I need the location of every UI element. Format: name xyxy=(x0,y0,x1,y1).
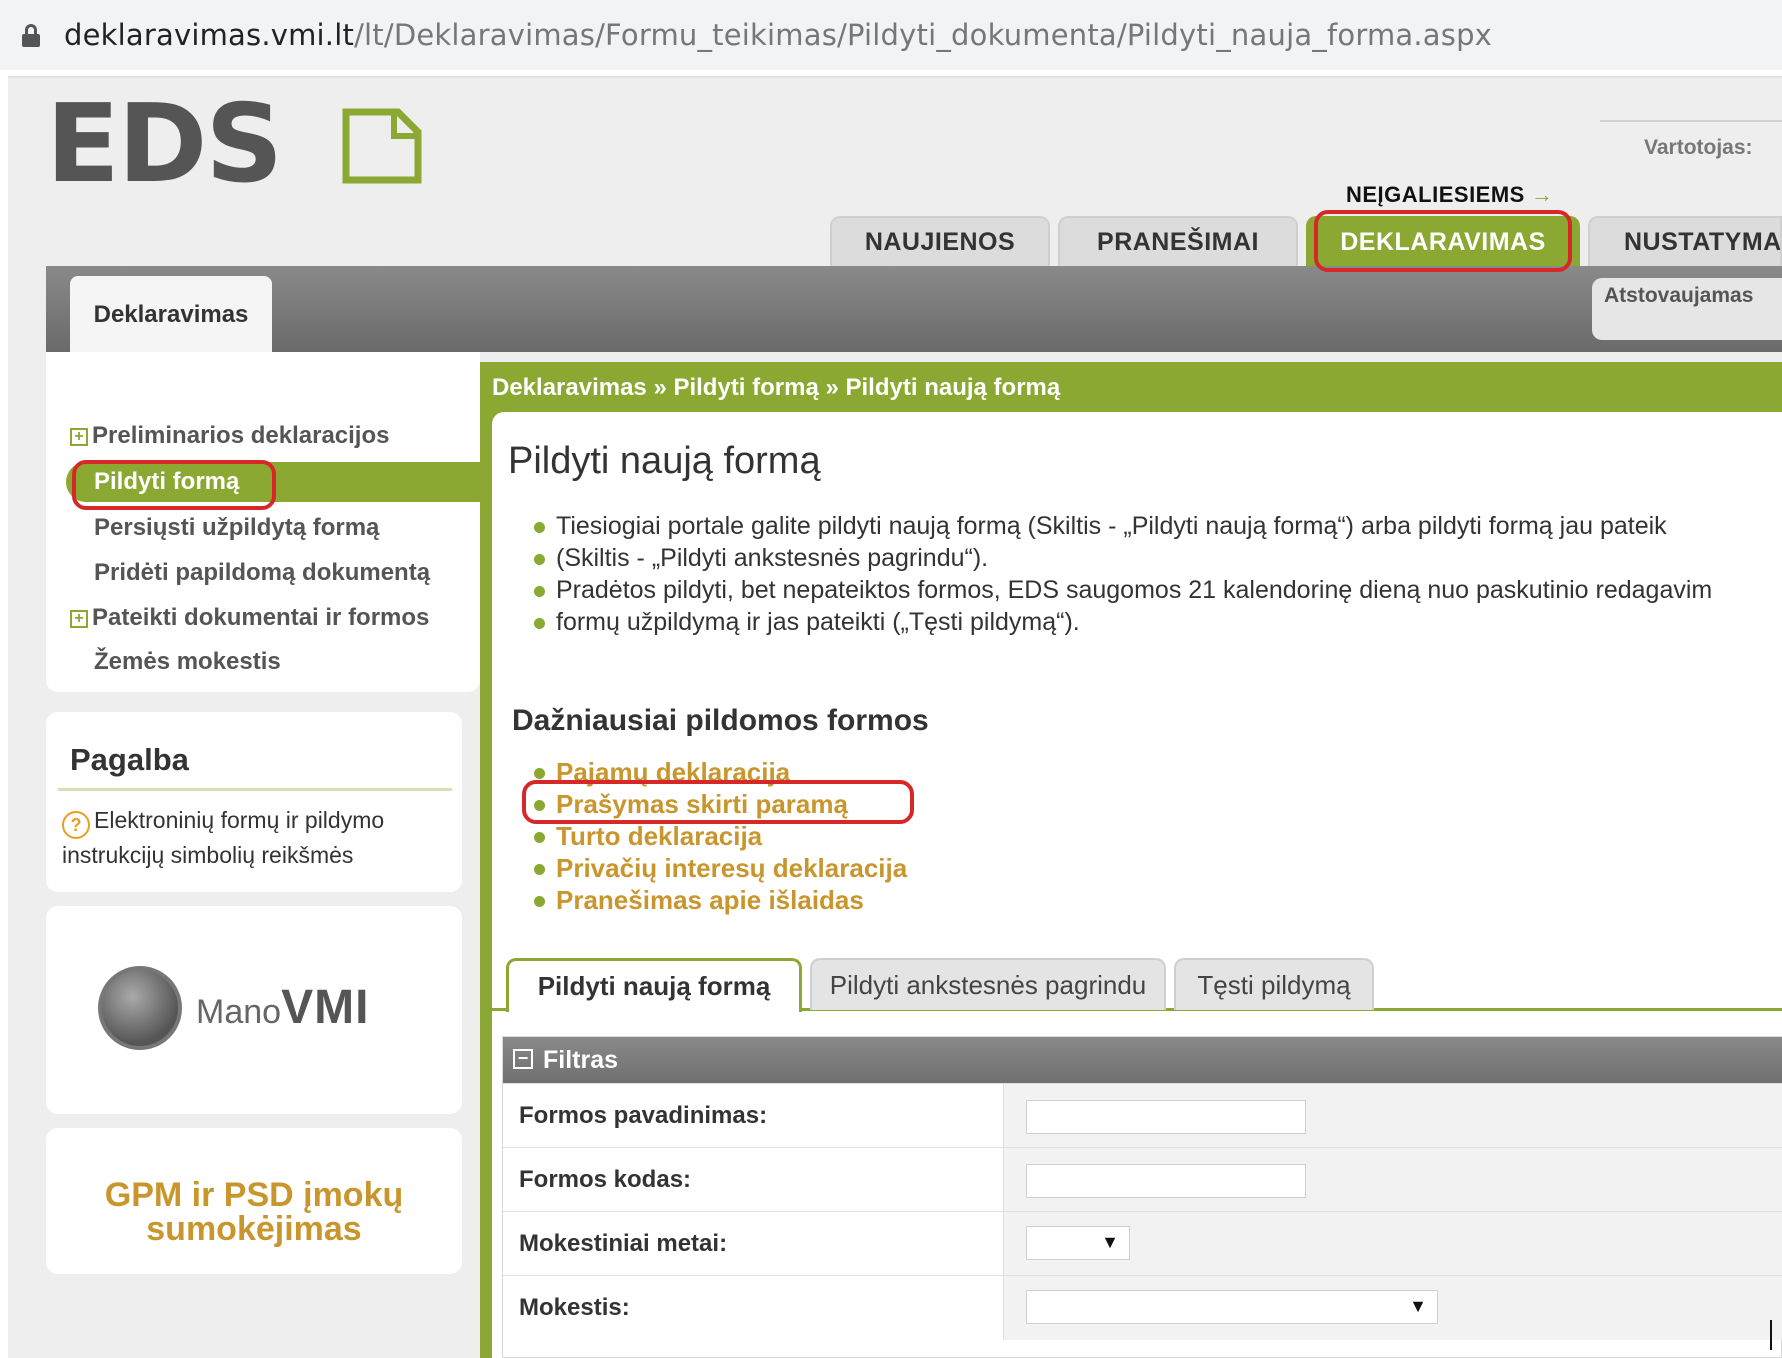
accessibility-link[interactable]: NEĮGALIESIEMS → xyxy=(1346,182,1553,208)
info-item: Tiesiogiai portale galite pildyti naują … xyxy=(532,510,1782,542)
filter-header[interactable]: − Filtras xyxy=(503,1037,1782,1083)
form-code-input[interactable] xyxy=(1026,1164,1306,1198)
info-item: Pradėtos pildyti, bet nepateiktos formos… xyxy=(532,574,1782,606)
filter-title: Filtras xyxy=(543,1046,619,1074)
tab-pildyti-nauja-forma[interactable]: Pildyti naują formą xyxy=(506,958,802,1012)
menu-item-label: Preliminarios deklaracijos xyxy=(92,422,390,449)
menu-item-preliminarios[interactable]: + Preliminarios deklaracijos xyxy=(70,416,389,456)
form-code-cell xyxy=(1003,1148,1782,1212)
url-text[interactable]: deklaravimas.vmi.lt/lt/Deklaravimas/Form… xyxy=(64,18,1492,52)
info-list: Tiesiogiai portale galite pildyti naują … xyxy=(532,510,1782,638)
menu-item-zemes-mokestis[interactable]: Žemės mokestis xyxy=(94,642,281,682)
form-link-pranesimas-apie-islaidas[interactable]: Pranešimas apie išlaidas xyxy=(532,884,907,916)
chevron-down-icon: ▼ xyxy=(1409,1296,1427,1316)
filter-row-form-name: Formos pavadinimas: xyxy=(503,1083,1782,1148)
tax-year-cell: ▼ xyxy=(1003,1212,1782,1276)
tab-pranesimai[interactable]: PRANEŠIMAI xyxy=(1058,216,1298,266)
user-label: Vartotojas: xyxy=(1644,136,1753,159)
form-name-cell xyxy=(1003,1084,1782,1148)
tab-deklaravimas[interactable]: DEKLARAVIMAS xyxy=(1306,216,1580,266)
tab-testi-pildyma[interactable]: Tęsti pildymą xyxy=(1174,958,1374,1010)
tab-pildyti-ankstesnes-pagrindu[interactable]: Pildyti ankstesnės pagrindu xyxy=(810,958,1166,1010)
mano-vmi-banner[interactable]: ManoVMI xyxy=(46,906,462,1114)
represented-selector[interactable]: Atstovaujamas xyxy=(1592,278,1782,340)
form-code-label: Formos kodas: xyxy=(519,1166,692,1193)
filter-row-form-code: Formos kodas: xyxy=(503,1147,1782,1212)
expand-plus-icon[interactable]: + xyxy=(70,610,88,628)
text-cursor xyxy=(1770,1320,1772,1350)
question-icon: ? xyxy=(62,811,90,839)
help-link[interactable]: ? Elektroninių formų ir pildymo instrukci… xyxy=(62,804,452,871)
tax-year-select[interactable]: ▼ xyxy=(1026,1226,1130,1260)
filter-row-tax-year: Mokestiniai metai: ▼ xyxy=(503,1211,1782,1276)
info-item-continuation: formų užpildymą ir jas pateikti („Tęsti … xyxy=(532,606,1782,638)
arrow-right-icon: → xyxy=(1530,182,1554,207)
mano-vmi-big: VMI xyxy=(281,981,370,1034)
help-link-text: Elektroninių formų ir pildymo instrukcij… xyxy=(62,807,385,868)
collapse-minus-icon[interactable]: − xyxy=(513,1049,533,1069)
menu-item-prideti[interactable]: Pridėti papildomą dokumentą xyxy=(94,553,430,593)
user-avatar-icon xyxy=(98,966,182,1050)
tab-naujienos[interactable]: NAUJIENOS xyxy=(830,216,1050,266)
accessibility-link-label: NEĮGALIESIEMS xyxy=(1346,182,1525,207)
form-name-label: Formos pavadinimas: xyxy=(519,1102,768,1129)
tax-year-label: Mokestiniai metai: xyxy=(519,1230,728,1257)
frequent-forms-list: Pajamų deklaracija Prašymas skirti param… xyxy=(532,756,907,916)
eds-logo[interactable]: EDS xyxy=(46,91,422,199)
chevron-down-icon: ▼ xyxy=(1101,1232,1119,1252)
browser-address-bar[interactable]: deklaravimas.vmi.lt/lt/Deklaravimas/Form… xyxy=(0,0,1782,70)
filter-panel: − Filtras Formos pavadinimas: Formos koda… xyxy=(502,1036,1782,1358)
form-link-pajamu-deklaracija[interactable]: Pajamų deklaracija xyxy=(532,756,907,788)
menu-item-persiusti[interactable]: Persiųsti užpildytą formą xyxy=(94,508,379,548)
form-link-prasymas-skirti-parama[interactable]: Prašymas skirti paramą xyxy=(532,788,907,820)
subtab-deklaravimas[interactable]: Deklaravimas xyxy=(70,276,272,352)
document-icon xyxy=(342,108,422,184)
help-title: Pagalba xyxy=(70,742,189,777)
mano-vmi-logo: ManoVMI xyxy=(98,966,418,1056)
url-path: /lt/Deklaravimas/Formu_teikimas/Pildyti_… xyxy=(354,18,1493,52)
page-title: Pildyti naują formą xyxy=(508,440,821,482)
help-divider xyxy=(58,788,452,791)
gpm-banner-text: GPM ir PSD įmokų sumokėjimas xyxy=(104,1176,404,1248)
tab-nustatymai[interactable]: NUSTATYMAI xyxy=(1588,216,1782,266)
mano-vmi-small: Mano xyxy=(196,993,282,1031)
content-area: Pildyti naują formą Tiesiogiai portale g… xyxy=(492,412,1782,1358)
form-name-input[interactable] xyxy=(1026,1100,1306,1134)
gpm-banner[interactable]: GPM ir PSD įmokų sumokėjimas xyxy=(46,1128,462,1274)
mano-vmi-text: ManoVMI xyxy=(196,980,369,1035)
user-divider xyxy=(1600,120,1782,122)
breadcrumb: Deklaravimas » Pildyti formą » Pildyti n… xyxy=(492,374,1061,401)
tax-select[interactable]: ▼ xyxy=(1026,1290,1438,1324)
filter-row-tax: Mokestis: ▼ xyxy=(503,1275,1782,1340)
form-link-privaciu-interesu[interactable]: Privačių interesų deklaracija xyxy=(532,852,907,884)
frequent-forms-title: Dažniausiai pildomos formos xyxy=(512,704,929,737)
info-item-continuation: (Skiltis - „Pildyti ankstesnės pagrindu“… xyxy=(532,542,1782,574)
form-link-turto-deklaracija[interactable]: Turto deklaracija xyxy=(532,820,907,852)
left-menu: + Preliminarios deklaracijos Pildyti form… xyxy=(46,352,480,692)
menu-item-pateikti[interactable]: + Pateikti dokumentai ir formos xyxy=(70,598,429,638)
expand-plus-icon[interactable]: + xyxy=(70,428,88,446)
tax-label: Mokestis: xyxy=(519,1294,630,1321)
lock-icon xyxy=(22,24,40,47)
menu-item-pildyti-forma[interactable]: Pildyti formą xyxy=(66,462,480,502)
main-panel: Deklaravimas » Pildyti formą » Pildyti n… xyxy=(480,362,1782,1358)
subnav-strip xyxy=(46,266,1782,352)
tax-cell: ▼ xyxy=(1003,1276,1782,1340)
logo-text: EDS xyxy=(46,82,283,207)
url-host: deklaravimas.vmi.lt xyxy=(64,18,355,52)
menu-item-label: Pateikti dokumentai ir formos xyxy=(92,604,430,631)
help-box: Pagalba ? Elektroninių formų ir pildymo i… xyxy=(46,712,462,892)
